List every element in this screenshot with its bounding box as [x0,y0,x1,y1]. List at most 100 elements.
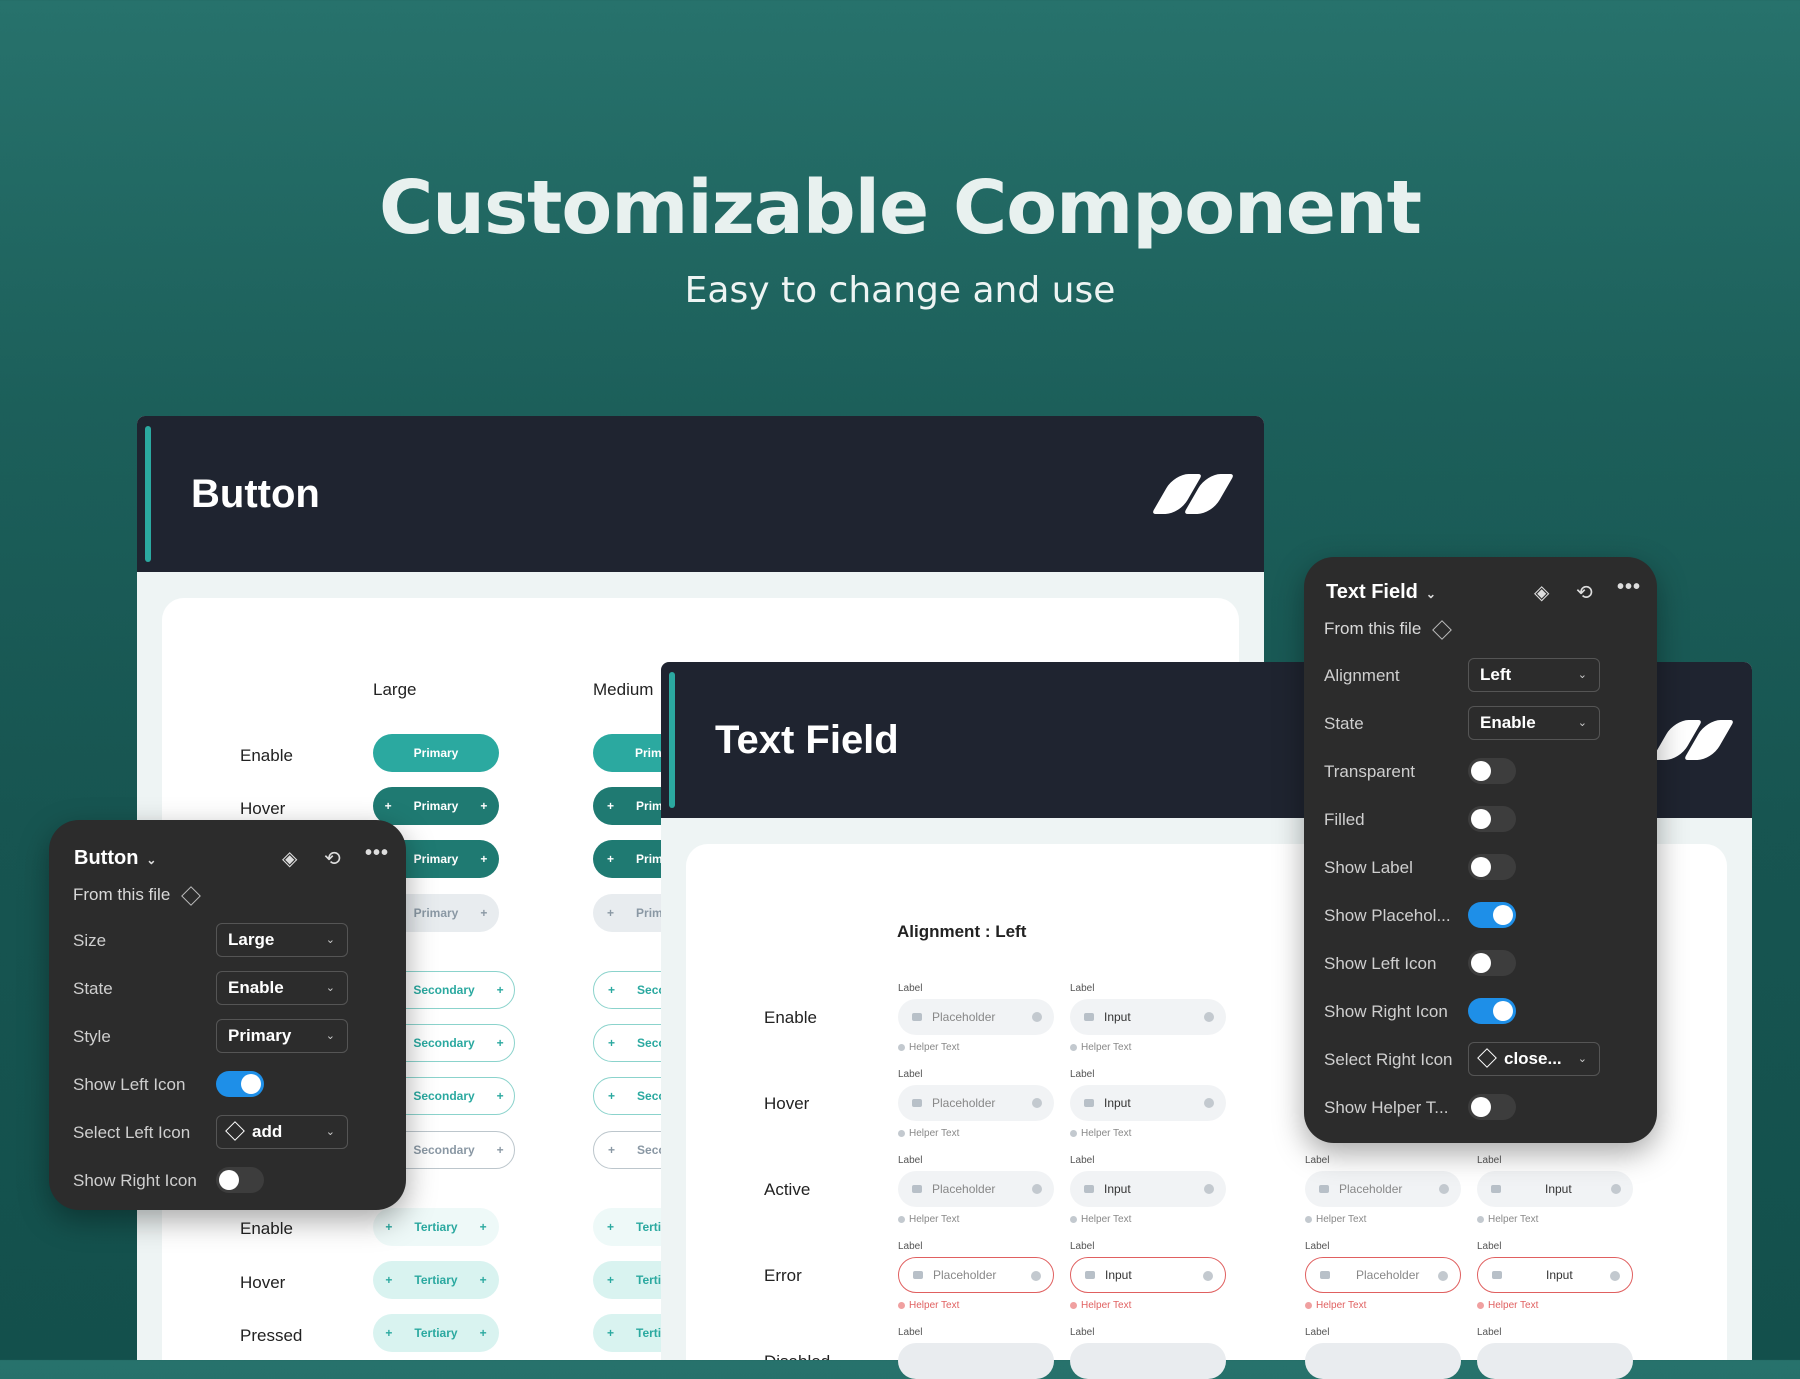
field-left-icon [912,1099,922,1107]
clear-icon[interactable] [1032,1012,1042,1022]
size-select[interactable]: Large ⌄ [216,923,348,957]
transparent-toggle[interactable] [1468,758,1516,784]
text-field-enable-input[interactable]: Input [1070,999,1226,1035]
field-left-icon [1492,1271,1502,1279]
state-label: State [1324,714,1364,733]
more-icon[interactable]: ••• [365,842,389,865]
helper-text: Helper Text [1305,1214,1366,1225]
helper-text: Helper Text [898,1128,959,1139]
text-field-hover-placeholder[interactable]: Placeholder [898,1085,1054,1121]
show-placeholder-label: Show Placehol... [1324,906,1451,925]
clear-icon[interactable] [1032,1098,1042,1108]
select-right-icon-select[interactable]: close... ⌄ [1468,1042,1600,1076]
plus-icon: + [607,852,615,866]
panel-title[interactable]: Text Field ⌄ [1326,581,1436,604]
from-this-file[interactable]: From this file [73,885,202,906]
clear-icon[interactable] [1204,1012,1214,1022]
text-field-active-placeholder-center[interactable]: Placeholder [1305,1171,1461,1207]
chevron-down-icon: ⌄ [1577,1053,1587,1065]
field-label: Label [898,1069,923,1080]
text-field-error-input-center[interactable]: Input [1477,1257,1633,1293]
more-icon[interactable]: ••• [1617,576,1641,599]
field-text: Placeholder [933,1268,997,1282]
component-icon[interactable]: ◈ [1534,580,1549,605]
text-field-error-placeholder-center[interactable]: Placeholder [1305,1257,1461,1293]
primary-button-hover[interactable]: + Primary + [373,787,499,825]
clear-icon[interactable] [1439,1184,1449,1194]
accent-bar [145,426,151,562]
text-field-error-placeholder[interactable]: Placeholder [898,1257,1054,1293]
plus-icon: + [480,906,488,920]
clear-icon[interactable] [1031,1271,1041,1281]
text-field-active-input[interactable]: Input [1070,1171,1226,1207]
panel-title-text: Text Field [1326,581,1418,603]
diamond-icon [1432,619,1453,640]
primary-button-enable[interactable]: Primary [373,734,499,772]
button-card-header: Button [137,416,1264,572]
tertiary-button-hover[interactable]: + Tertiary + [373,1261,499,1299]
column-header-large: Large [373,680,417,699]
filled-label: Filled [1324,810,1365,829]
row-label-enable: Enable [240,746,293,765]
brand-logo-icon [1151,474,1235,514]
component-icon[interactable]: ◈ [282,846,297,871]
field-text: Input [1104,1096,1131,1110]
panel-title[interactable]: Button ⌄ [74,847,156,870]
alignment-heading: Alignment : Left [897,922,1027,941]
hero-title: Customizable Component [378,165,1422,251]
field-label: Label [898,1327,923,1338]
plus-icon: + [384,799,392,813]
button-label: Tertiary [414,1273,458,1287]
field-left-icon [1085,1271,1095,1279]
text-field-error-input[interactable]: Input [1070,1257,1226,1293]
accent-bar [669,672,675,808]
clear-icon[interactable] [1204,1098,1214,1108]
show-label-toggle[interactable] [1468,854,1516,880]
show-placeholder-toggle[interactable] [1468,902,1516,928]
state-select[interactable]: Enable ⌄ [216,971,348,1005]
plus-icon: + [496,1036,504,1050]
field-label: Label [1477,1155,1502,1166]
field-label: Label [1070,1327,1095,1338]
clear-icon[interactable] [1204,1184,1214,1194]
filled-toggle[interactable] [1468,806,1516,832]
show-helper-text-label: Show Helper T... [1324,1098,1449,1117]
tertiary-button-enable[interactable]: + Tertiary + [373,1208,499,1246]
from-this-file[interactable]: From this file [1324,619,1453,640]
clear-icon[interactable] [1611,1184,1621,1194]
plus-icon: + [608,1036,616,1050]
size-label: Size [73,931,107,950]
clear-icon[interactable] [1610,1271,1620,1281]
button-label: Primary [413,852,459,866]
button-label: Terti [636,1326,662,1340]
clear-icon[interactable] [1438,1271,1448,1281]
text-field-active-placeholder[interactable]: Placeholder [898,1171,1054,1207]
clear-icon[interactable] [1032,1184,1042,1194]
show-helper-text-toggle[interactable] [1468,1094,1516,1120]
show-left-icon-toggle[interactable] [216,1071,264,1097]
alignment-select[interactable]: Left ⌄ [1468,658,1600,692]
show-left-icon-toggle[interactable] [1468,950,1516,976]
text-field-enable-placeholder[interactable]: Placeholder [898,999,1054,1035]
text-field-hover-input[interactable]: Input [1070,1085,1226,1121]
style-select[interactable]: Primary ⌄ [216,1019,348,1053]
select-left-icon-select[interactable]: add ⌄ [216,1115,348,1149]
column-header-medium: Medium [593,680,654,699]
helper-text: Helper Text [898,1042,959,1053]
reset-icon[interactable]: ⟲ [1576,580,1593,605]
reset-icon[interactable]: ⟲ [324,846,341,871]
helper-text-error: Helper Text [1305,1300,1366,1311]
clear-icon[interactable] [1203,1271,1213,1281]
plus-icon: + [607,906,615,920]
tertiary-button-pressed[interactable]: + Tertiary + [373,1314,499,1352]
state-select[interactable]: Enable ⌄ [1468,706,1600,740]
text-field-active-input-center[interactable]: Input [1477,1171,1633,1207]
field-label: Label [1070,1241,1095,1252]
plus-icon: + [608,983,616,997]
transparent-label: Transparent [1324,762,1416,781]
show-right-icon-label: Show Right Icon [73,1171,197,1190]
show-right-icon-toggle[interactable] [216,1167,264,1193]
field-label: Label [898,1241,923,1252]
show-right-icon-toggle[interactable] [1468,998,1516,1024]
show-label-label: Show Label [1324,858,1413,877]
